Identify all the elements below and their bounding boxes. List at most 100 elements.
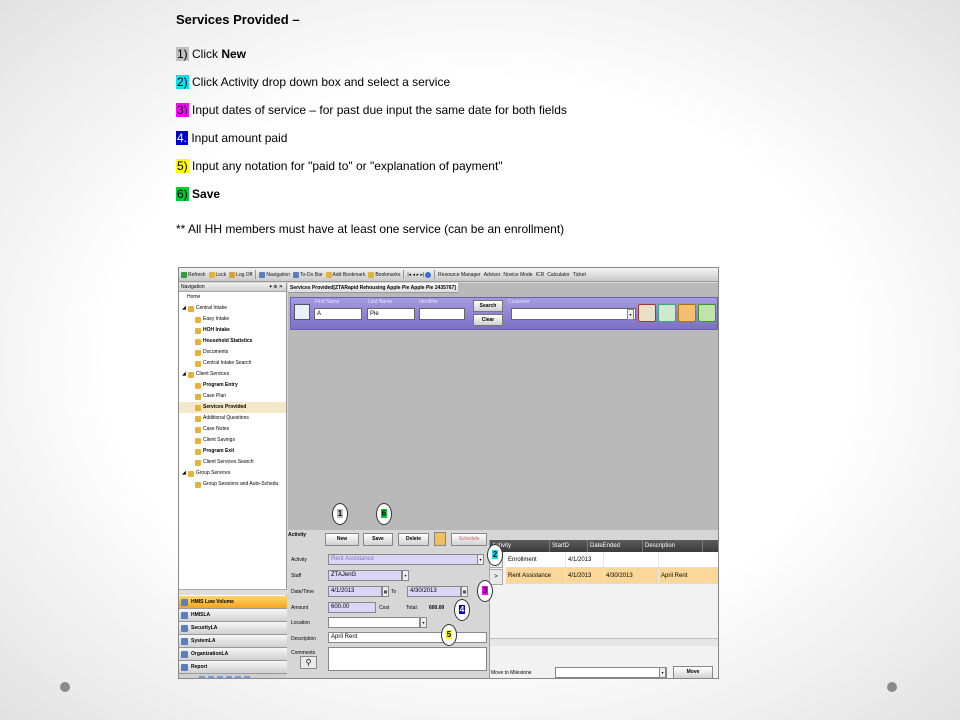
nav-item[interactable]: ◢ Central Intake	[179, 303, 286, 314]
navigation-scrollbar[interactable]	[179, 589, 287, 595]
nav-item[interactable]: ◢ Group Services	[179, 468, 286, 479]
toolbar-logoff[interactable]: Log Off	[229, 271, 252, 278]
table-row[interactable]: Rent Assistance 4/1/2013 4/30/2013 April Re…	[506, 568, 718, 584]
module-shortcut-icon[interactable]	[235, 676, 241, 678]
column-dateended[interactable]: DateEnded	[588, 540, 643, 552]
nav-item[interactable]: Home	[179, 292, 286, 303]
toolbar-advisor[interactable]: Advisor	[484, 272, 501, 278]
toolbar-resource-manager[interactable]: Resource Manager	[438, 272, 481, 278]
module-shortcut-icon[interactable]	[226, 676, 232, 678]
module-shortcut-icon[interactable]	[244, 676, 250, 678]
magnifier-icon[interactable]: ⚲	[300, 656, 317, 669]
toolbar-icr[interactable]: ICR	[536, 272, 545, 278]
nav-item[interactable]: Services Provided	[179, 402, 286, 413]
notes-icon[interactable]	[434, 532, 446, 546]
description-field[interactable]: April Rent	[328, 632, 487, 643]
calendar-icon[interactable]: ▦	[461, 586, 468, 597]
toolbar-lock[interactable]: Lock	[208, 271, 226, 278]
search-button[interactable]: Search	[473, 300, 503, 312]
refresh-client-icon[interactable]	[658, 304, 676, 322]
module-shortcut-icon[interactable]	[208, 676, 214, 678]
nav-item[interactable]: Program Exit	[179, 446, 286, 457]
toolbar-navigation[interactable]: Navigation	[259, 271, 290, 278]
chevron-down-icon[interactable]: ▾	[627, 309, 634, 320]
milestone-select[interactable]	[555, 667, 667, 678]
calendar-icon[interactable]: ▦	[382, 586, 389, 597]
clear-button[interactable]: Clear	[473, 314, 503, 326]
toolbar-add-bookmark[interactable]: Add Bookmark	[325, 271, 365, 278]
nav-item[interactable]: Case Plan	[179, 391, 286, 402]
delete-button[interactable]: Delete	[398, 533, 429, 546]
module-shortcut-icon[interactable]	[217, 676, 223, 678]
row-expander-selected[interactable]: >	[489, 569, 503, 585]
nav-item[interactable]: Additional Questions	[179, 413, 286, 424]
nav-item[interactable]: Group Sessions and Auto-Schedu	[179, 479, 286, 490]
location-select[interactable]	[328, 617, 420, 628]
nav-item[interactable]: Central Intake Search	[179, 358, 286, 369]
module-button[interactable]: OrganizationLA	[179, 648, 287, 661]
nav-item[interactable]: HOH Intake	[179, 325, 286, 336]
chevron-down-icon[interactable]: ▾	[477, 554, 484, 565]
family-icon[interactable]	[678, 304, 696, 322]
module-button[interactable]: SecurityLA	[179, 622, 287, 635]
column-description[interactable]: Description	[643, 540, 703, 552]
module-button[interactable]: HMISLA	[179, 609, 287, 622]
nav-item[interactable]: Program Entry	[179, 380, 286, 391]
staff-label: Staff	[291, 573, 302, 579]
toolbar-novice-mode[interactable]: Novice Mode	[503, 272, 532, 278]
identifier-input[interactable]	[419, 308, 465, 320]
forward-arrow-icon[interactable]	[698, 304, 716, 322]
nav-item-icon	[195, 459, 201, 466]
new-button[interactable]: New	[325, 533, 359, 546]
nav-item[interactable]: Documents	[179, 347, 286, 358]
table-row[interactable]: Enrollment 4/1/2013	[506, 552, 718, 568]
total-value: 600.00	[429, 605, 445, 611]
nav-item[interactable]: Client Savings	[179, 435, 286, 446]
pane-controls-icon[interactable]: ▾ ⊕ ✕	[269, 283, 283, 291]
toolbar-separator	[255, 270, 257, 279]
client-card-icon[interactable]	[294, 304, 310, 320]
comments-field[interactable]	[328, 647, 487, 671]
todo-icon	[293, 271, 300, 278]
module-button[interactable]: SystemLA	[179, 635, 287, 648]
nav-item[interactable]: Case Notes	[179, 424, 286, 435]
expand-toggle-icon[interactable]: ◢	[182, 369, 186, 380]
toolbar-record-nav[interactable]: |◂ ◂ ▸ ▸|	[407, 271, 432, 278]
toolbar-todo[interactable]: To-Do Bar	[293, 271, 323, 278]
column-startdate[interactable]: StartD	[550, 540, 588, 552]
home-icon[interactable]	[638, 304, 656, 322]
toolbar-bookmarks[interactable]: Bookmarks	[368, 271, 400, 278]
expand-toggle-icon[interactable]: ◢	[182, 303, 186, 314]
staff-select[interactable]: ZTAJenG	[328, 570, 402, 581]
step-1: 1) Click New	[176, 47, 247, 61]
navigation-header: Navigation ▾ ⊕ ✕	[179, 283, 286, 292]
nav-item[interactable]: Easy Intake	[179, 314, 286, 325]
chevron-down-icon[interactable]: ▾	[420, 617, 427, 628]
module-button[interactable]: Report	[179, 661, 287, 674]
toolbar-calculator[interactable]: Calculator	[547, 272, 570, 278]
chevron-down-icon[interactable]: ▾	[402, 570, 409, 581]
toolbar-refresh[interactable]: Refresh	[181, 271, 206, 278]
module-button[interactable]: HMIS Low Volume	[179, 596, 287, 609]
date-to-field[interactable]: 4/30/2013	[407, 586, 461, 597]
toolbar-ticket[interactable]: Ticket	[573, 272, 586, 278]
document-tab[interactable]: Services Provided[ZTARapid Rehousing App…	[288, 283, 458, 293]
schedule-button[interactable]: Schedule	[451, 533, 487, 546]
date-from-field[interactable]: 4/1/2013	[328, 586, 382, 597]
nav-item[interactable]: Household Statistics	[179, 336, 286, 347]
first-name-input[interactable]: A	[314, 308, 362, 320]
save-button[interactable]: Save	[363, 533, 393, 546]
activity-select[interactable]: Rent Assistance	[328, 554, 478, 565]
milestone-label: Move to Milestone	[491, 670, 532, 676]
last-name-input[interactable]: Pie	[367, 308, 415, 320]
customer-select[interactable]	[511, 308, 636, 320]
move-button[interactable]: Move	[673, 666, 713, 678]
nav-item[interactable]: ◢ Client Services	[179, 369, 286, 380]
refresh-icon	[181, 271, 187, 278]
amount-field[interactable]: 600.00	[328, 602, 376, 613]
grid-scrollbar[interactable]	[490, 638, 718, 646]
nav-item[interactable]: Client Services Search	[179, 457, 286, 468]
module-shortcut-icon[interactable]	[199, 676, 205, 678]
chevron-down-icon[interactable]: ▾	[659, 667, 666, 678]
expand-toggle-icon[interactable]: ◢	[182, 468, 186, 479]
